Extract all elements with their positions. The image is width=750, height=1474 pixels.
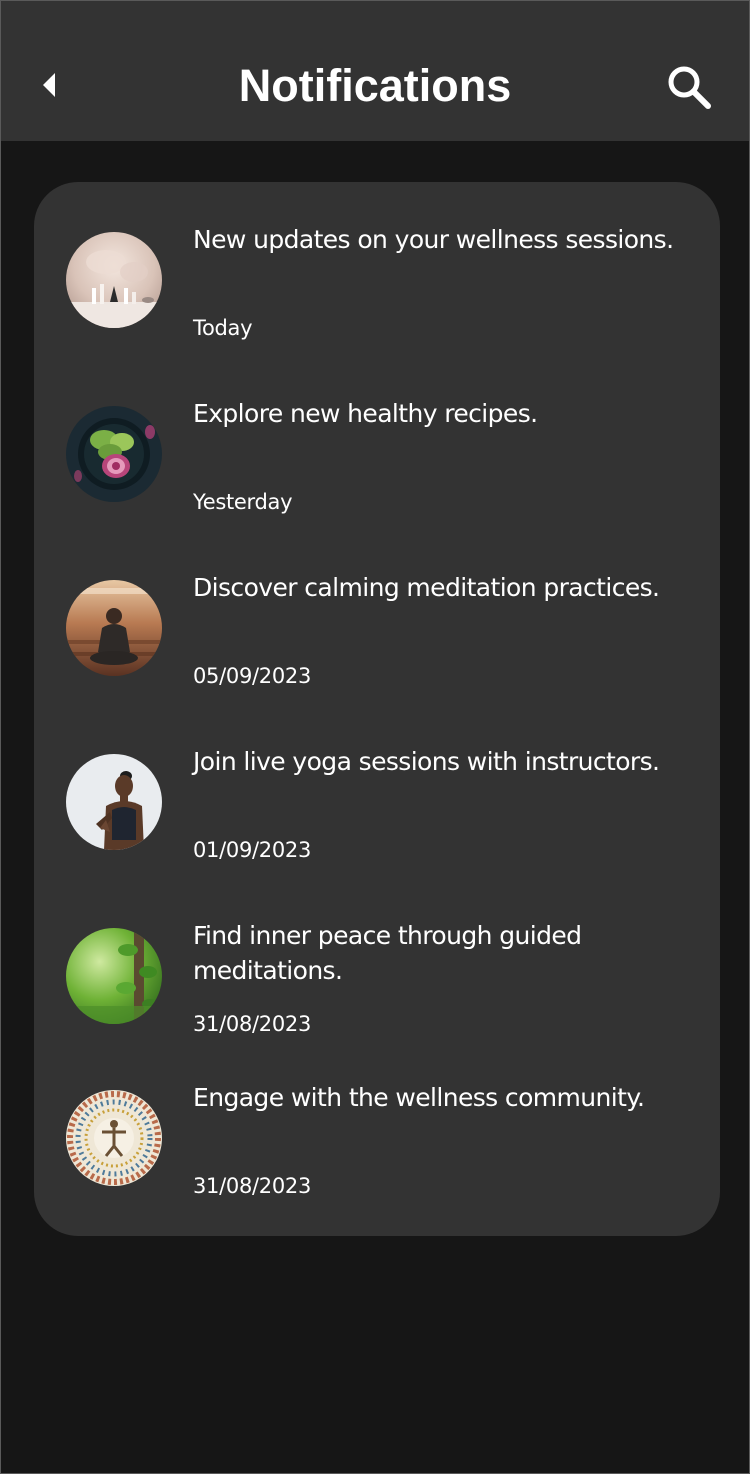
notification-time: 31/08/2023 (193, 1012, 312, 1036)
notification-item[interactable]: Find inner peace through guided meditati… (34, 918, 720, 1058)
salad-bowl-photo (66, 406, 162, 502)
notification-message: Explore new healthy recipes. (193, 399, 538, 428)
notification-item[interactable]: New updates on your wellness sessions. T… (34, 222, 720, 362)
notification-item[interactable]: Discover calming meditation practices. 0… (34, 570, 720, 710)
yoga-instructor-photo (66, 754, 162, 850)
notification-message: Find inner peace through guided meditati… (193, 921, 582, 985)
notification-message: Discover calming meditation practices. (193, 573, 660, 602)
notification-message: Engage with the wellness community. (193, 1083, 645, 1112)
meditation-sunset-photo (66, 580, 162, 676)
notification-time: Yesterday (193, 490, 293, 514)
notification-list: New updates on your wellness sessions. T… (34, 182, 720, 1236)
community-circle-photo (66, 1090, 162, 1186)
notification-item[interactable]: Explore new healthy recipes. Yesterday (34, 396, 720, 536)
notification-time: Today (193, 316, 253, 340)
notification-message: New updates on your wellness sessions. (193, 225, 674, 254)
notification-time: 01/09/2023 (193, 838, 312, 862)
notifications-screen: Notifications New updates on your wellne… (0, 0, 750, 1474)
app-header: Notifications (1, 1, 749, 141)
search-icon (668, 66, 711, 109)
notification-item[interactable]: Join live yoga sessions with instructors… (34, 744, 720, 884)
page-title: Notifications (238, 60, 512, 111)
notification-item[interactable]: Engage with the wellness community. 31/0… (34, 1080, 720, 1220)
notification-time: 31/08/2023 (193, 1174, 312, 1198)
search-button[interactable] (661, 59, 717, 115)
notification-time: 05/09/2023 (193, 664, 312, 688)
notification-message: Join live yoga sessions with instructors… (193, 747, 660, 776)
green-nature-photo (66, 928, 162, 1024)
spa-stones-photo (66, 232, 162, 328)
